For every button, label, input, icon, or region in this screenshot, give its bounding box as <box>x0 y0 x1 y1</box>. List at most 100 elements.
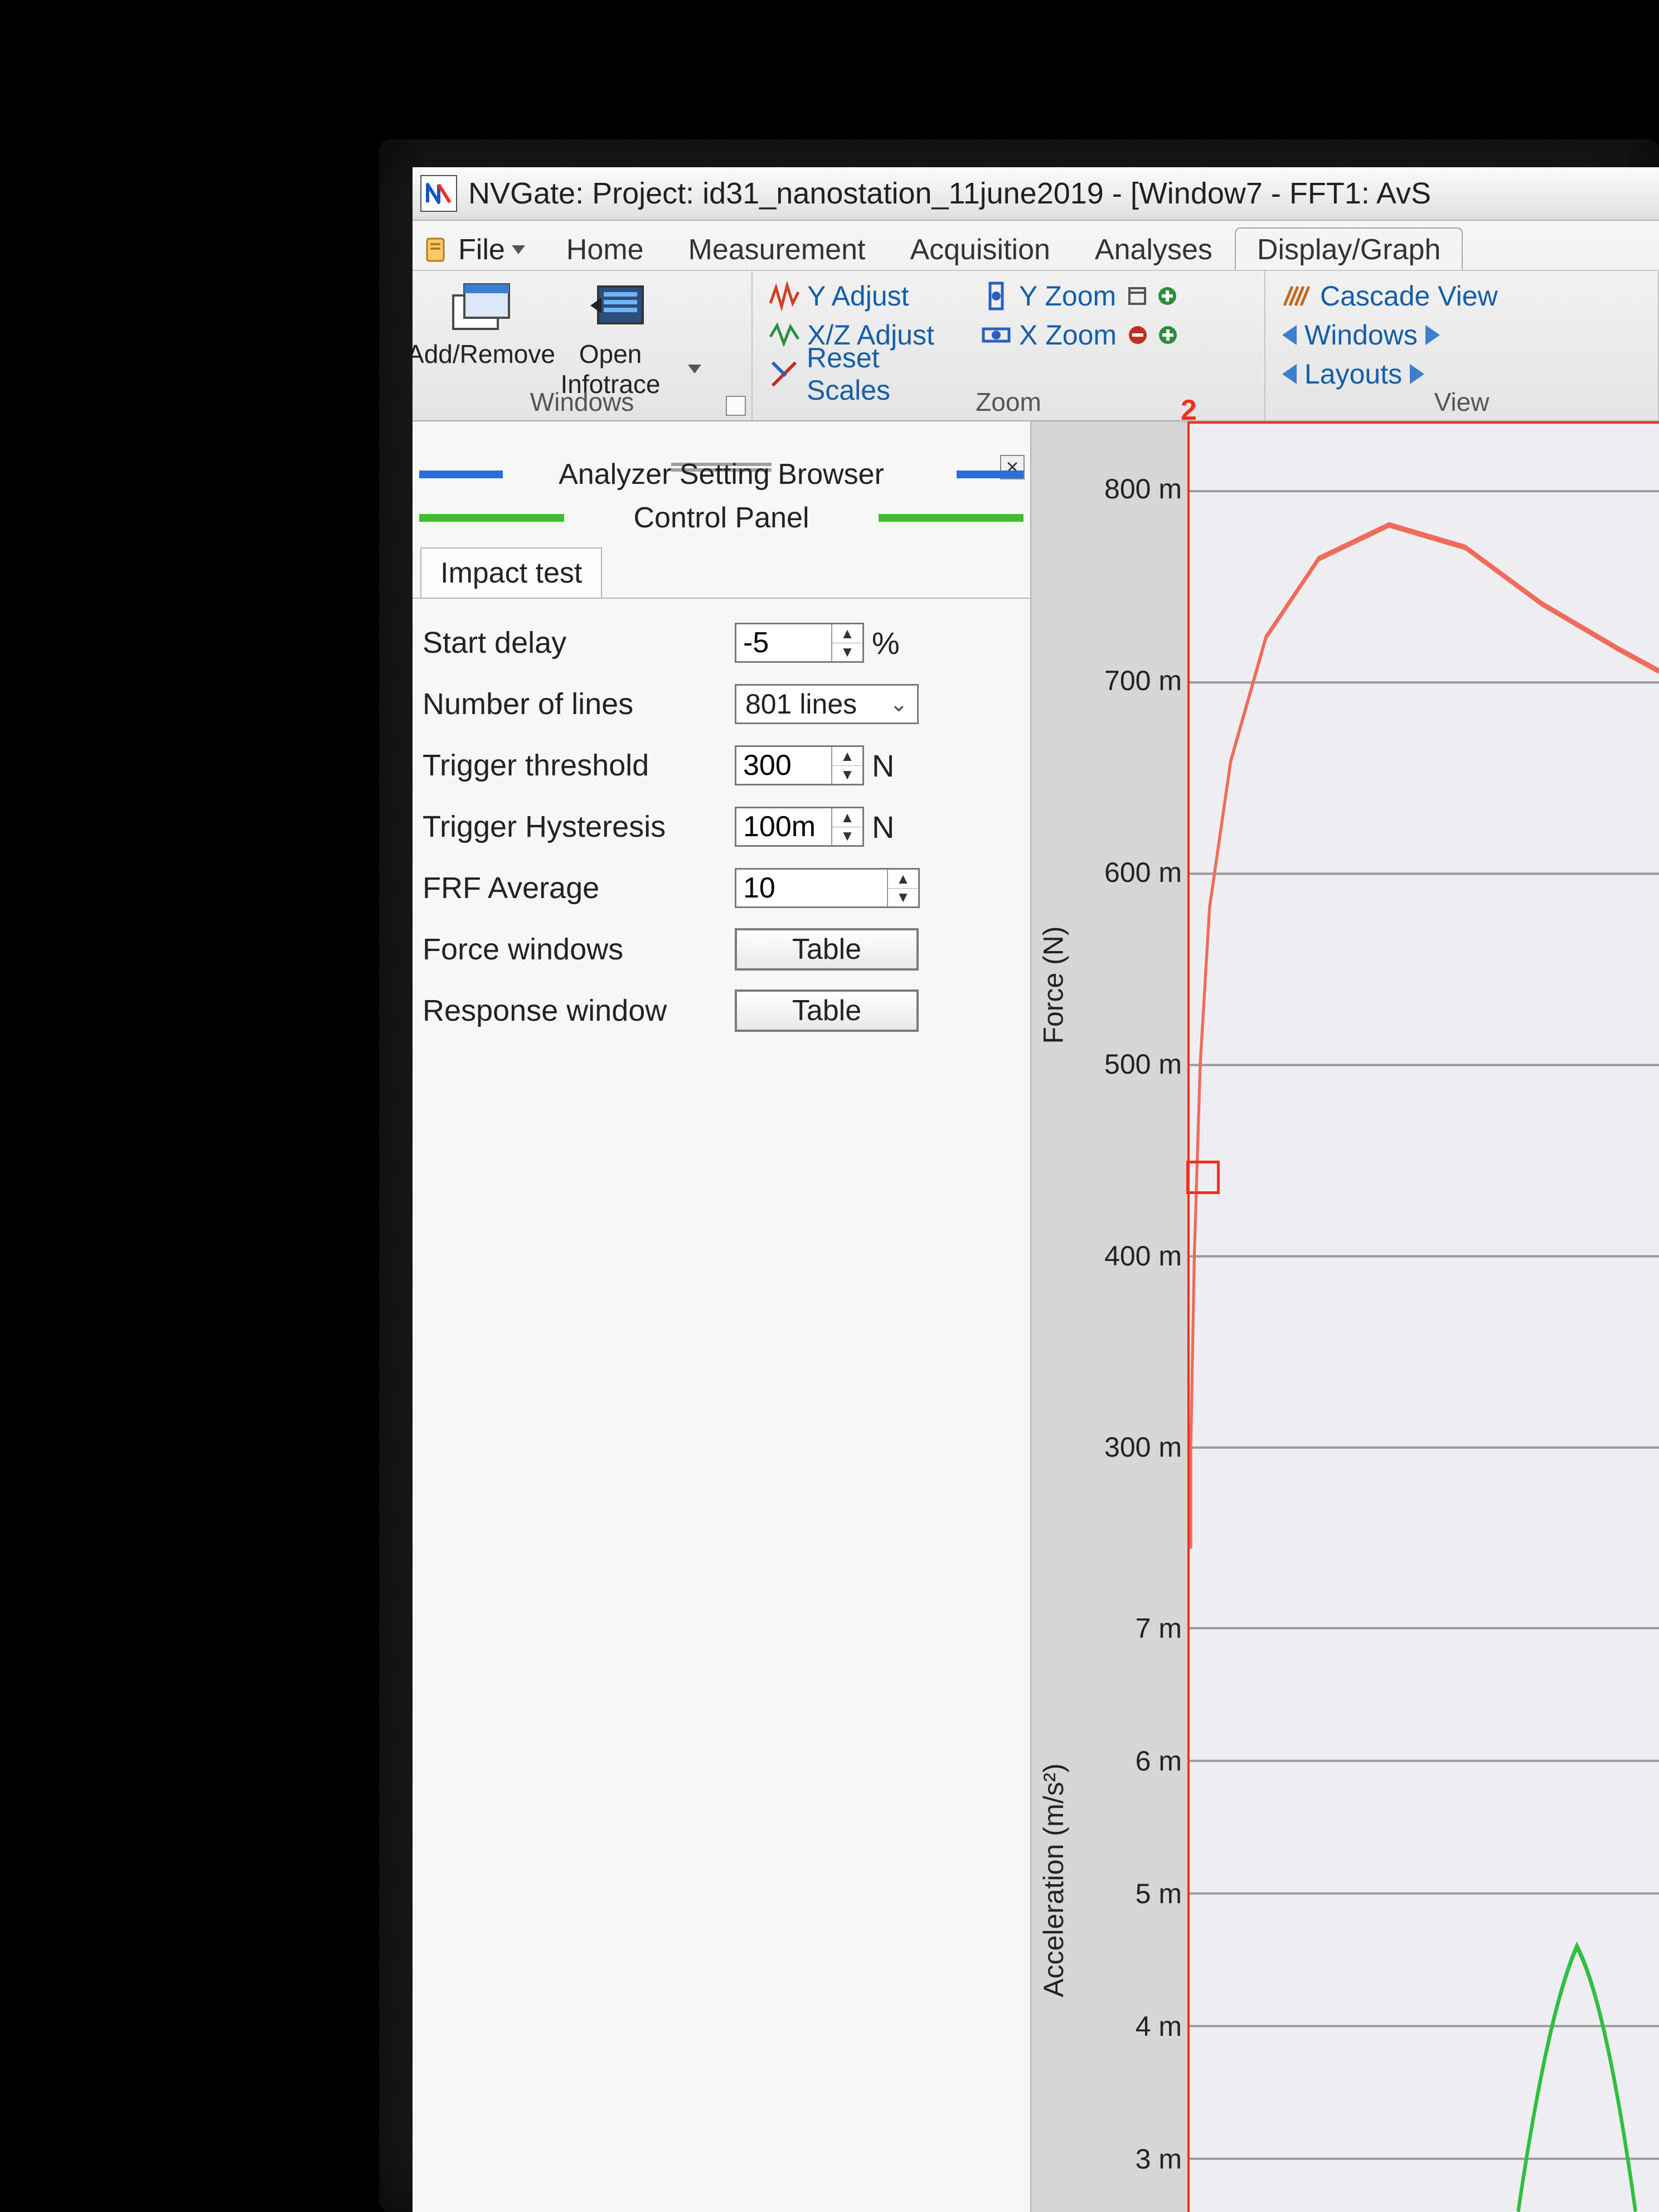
titlebar: NVGate: Project: id31_nanostation_11june… <box>413 167 1659 221</box>
force-plot-svg <box>1190 424 1659 1549</box>
ytick: 800 m <box>1104 473 1182 505</box>
spin-up-icon[interactable]: ▲ <box>888 870 918 889</box>
ytick: 6 m <box>1136 1745 1182 1777</box>
tab-acquisition-label: Acquisition <box>910 234 1050 266</box>
ribbon-tabrow: File Home Measurement Acquisition Analys… <box>413 221 1659 270</box>
tab-home[interactable]: Home <box>544 227 666 270</box>
cascade-view-label: Cascade View <box>1320 280 1498 312</box>
ribbon-group-windows: Add/Remove Open Infotrace Windows <box>413 271 753 420</box>
file-menu-label: File <box>458 233 505 266</box>
workarea: × Analyzer Setting Browser Control Panel <box>413 421 1659 2212</box>
row-start-delay: Start delay ▲▼ % <box>423 612 1020 673</box>
app-window: NVGate: Project: id31_nanostation_11june… <box>413 167 1659 2212</box>
y-zoom-button[interactable]: Y Zoom <box>974 276 1253 316</box>
tab-acquisition[interactable]: Acquisition <box>887 227 1072 270</box>
row-trigger-threshold: Trigger threshold ▲▼ N <box>423 735 1020 796</box>
y-adjust-button[interactable]: Y Adjust <box>763 276 974 316</box>
control-panel-header[interactable]: Control Panel <box>413 496 1030 540</box>
accel-plot-svg <box>1190 1549 1659 2212</box>
file-menu[interactable]: File <box>417 230 544 270</box>
trigger-hysteresis-input[interactable] <box>736 808 831 845</box>
open-infotrace-button[interactable]: Open Infotrace <box>540 276 701 399</box>
spin-down-icon[interactable]: ▼ <box>832 766 862 784</box>
panel-tab-impact-test[interactable]: Impact test <box>420 547 602 598</box>
spin-up-icon[interactable]: ▲ <box>832 808 862 827</box>
add-remove-label: Add/Remove <box>413 339 555 369</box>
accel-plot-area[interactable] <box>1187 1549 1659 2212</box>
accel-yaxis: 7 m 6 m 5 m 4 m 3 m <box>1076 1549 1187 2212</box>
force-windows-button-label: Table <box>792 933 861 966</box>
tab-measurement-label: Measurement <box>688 234 866 266</box>
accel-ylabel: Acceleration (m/s²) <box>1031 1549 1076 2212</box>
infotrace-icon <box>587 279 654 334</box>
restore-icon[interactable] <box>1125 284 1149 308</box>
response-window-button-label: Table <box>792 994 861 1027</box>
spin-up-icon[interactable]: ▲ <box>832 624 862 643</box>
view-windows-button[interactable]: Windows <box>1275 316 1648 355</box>
zoom-out-icon[interactable] <box>1126 323 1150 347</box>
cursor-marker-icon[interactable] <box>1186 1161 1220 1194</box>
y-adjust-label: Y Adjust <box>807 280 909 312</box>
impact-test-form: Start delay ▲▼ % Number of lines <box>413 598 1030 1055</box>
side-panel: × Analyzer Setting Browser Control Panel <box>413 421 1031 2212</box>
dialog-launcher-icon[interactable] <box>726 396 746 416</box>
force-plot[interactable]: Force (N) 800 m 700 m 600 m 500 m 400 m … <box>1031 421 1659 1549</box>
force-plot-area[interactable]: 2 <box>1187 421 1659 1549</box>
x-zoom-icon <box>981 320 1011 350</box>
cursor-label: 2 <box>1181 394 1197 427</box>
trigger-threshold-unit: N <box>872 748 894 784</box>
start-delay-stepper[interactable]: ▲▼ <box>735 623 864 663</box>
response-window-table-button[interactable]: Table <box>735 989 919 1032</box>
spin-down-icon[interactable]: ▼ <box>888 889 918 907</box>
ribbon-group-view: Cascade View Windows Layouts <box>1265 271 1659 420</box>
row-trigger-hysteresis: Trigger Hysteresis ▲▼ N <box>423 796 1020 857</box>
trigger-threshold-input[interactable] <box>736 747 831 784</box>
tab-measurement[interactable]: Measurement <box>666 227 888 270</box>
analyzer-header-label: Analyzer Setting Browser <box>559 458 884 491</box>
tab-display-graph-label: Display/Graph <box>1257 234 1440 266</box>
right-arrow-icon <box>1410 364 1424 384</box>
number-of-lines-select[interactable]: 801 lines ⌄ <box>735 684 919 724</box>
y-zoom-icon <box>981 281 1011 311</box>
frf-average-stepper[interactable]: ▲▼ <box>735 868 920 908</box>
chevron-down-icon <box>512 245 525 254</box>
response-window-label: Response window <box>423 993 735 1028</box>
ytick: 500 m <box>1104 1048 1182 1080</box>
cascade-icon <box>1282 281 1312 311</box>
tab-analyses[interactable]: Analyses <box>1073 227 1235 270</box>
start-delay-input[interactable] <box>736 624 831 661</box>
trigger-hysteresis-unit: N <box>872 809 894 845</box>
view-windows-label: Windows <box>1304 319 1418 351</box>
frf-average-input[interactable] <box>736 870 887 906</box>
zoom-in-icon[interactable] <box>1156 323 1180 347</box>
acceleration-plot[interactable]: Acceleration (m/s²) 7 m 6 m 5 m 4 m 3 m <box>1031 1549 1659 2212</box>
ytick: 300 m <box>1104 1431 1182 1463</box>
trigger-hysteresis-stepper[interactable]: ▲▼ <box>735 807 864 847</box>
app-logo-icon <box>420 175 457 212</box>
row-number-of-lines: Number of lines 801 lines ⌄ <box>423 673 1020 735</box>
window-title: NVGate: Project: id31_nanostation_11june… <box>468 176 1431 211</box>
reset-scales-icon <box>769 359 799 389</box>
spin-up-icon[interactable]: ▲ <box>832 747 862 766</box>
force-windows-label: Force windows <box>423 932 735 967</box>
panel-tab-label: Impact test <box>440 557 582 589</box>
tab-display-graph[interactable]: Display/Graph <box>1235 227 1463 270</box>
chevron-down-icon: ⌄ <box>889 691 908 717</box>
chevron-down-icon <box>688 365 701 373</box>
x-zoom-button[interactable]: X Zoom <box>974 316 1253 355</box>
row-response-window: Response window Table <box>423 980 1020 1041</box>
ribbon-group-windows-label: Windows <box>413 387 751 417</box>
left-arrow-icon <box>1282 325 1297 345</box>
ytick: 3 m <box>1136 2143 1182 2175</box>
cascade-view-button[interactable]: Cascade View <box>1275 276 1648 316</box>
ytick: 5 m <box>1136 1878 1182 1910</box>
trigger-threshold-stepper[interactable]: ▲▼ <box>735 745 864 785</box>
analyzer-setting-browser-header[interactable]: Analyzer Setting Browser <box>413 453 1030 496</box>
force-yaxis: 800 m 700 m 600 m 500 m 400 m 300 m <box>1076 421 1187 1549</box>
spin-down-icon[interactable]: ▼ <box>832 643 862 662</box>
force-windows-table-button[interactable]: Table <box>735 928 919 971</box>
spin-down-icon[interactable]: ▼ <box>832 827 862 846</box>
ytick: 700 m <box>1104 664 1182 697</box>
add-remove-button[interactable]: Add/Remove <box>423 276 540 369</box>
zoom-in-icon[interactable] <box>1155 284 1180 308</box>
